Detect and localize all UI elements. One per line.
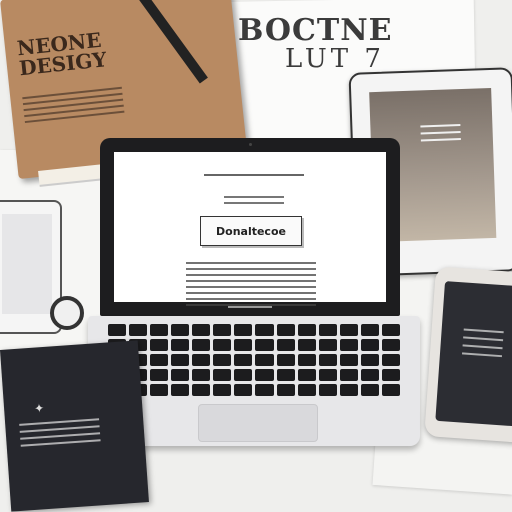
screen-subheading-line [224,202,284,204]
ring-clip-icon [50,296,84,330]
laptop-lid: Donaltecoe [100,138,400,316]
phone-screen [435,281,512,427]
screen-cta-button[interactable]: Donaltecoe [200,216,302,246]
screen-subheading-line [224,196,284,198]
laptop-keyboard [108,324,400,396]
screen-body-text [186,258,316,310]
book-title: NEONE DESIGY [15,27,108,81]
laptop-trackpad [198,404,318,442]
laptop-brand-mark [228,306,272,308]
laptop-camera-icon [249,143,252,146]
left-device-screen [2,214,52,314]
poster-title: BOCTNE [238,13,393,48]
dark-booklet: ✦ [0,340,149,512]
screen-header-line [204,174,304,176]
booklet-logo-icon: ✦ [33,401,45,416]
smartphone [424,266,512,444]
book-cover-text [22,83,125,127]
laptop-screen: Donaltecoe [114,152,386,306]
desk-scene: BOCTNE LUT 7 NEONE DESIGY Donaltecoe ✦ [0,0,512,512]
